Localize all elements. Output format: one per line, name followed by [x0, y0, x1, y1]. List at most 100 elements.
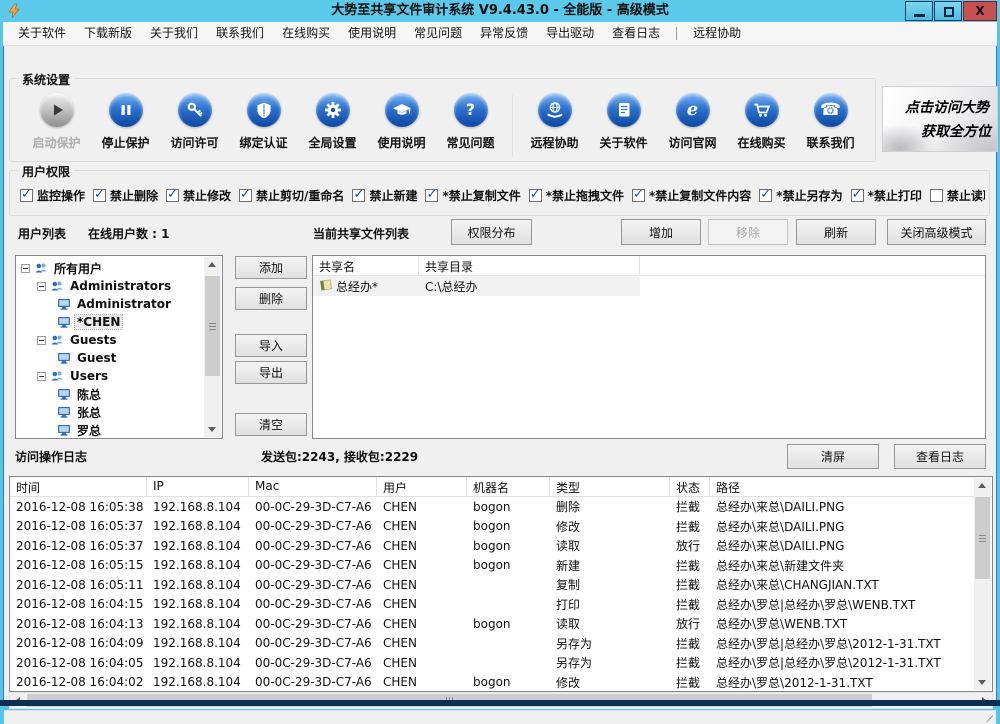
menu-item-buy-online[interactable]: 在线购买 — [273, 22, 339, 45]
close-button[interactable]: X — [963, 1, 997, 21]
share-remove-button[interactable]: 移除 — [708, 219, 788, 245]
menu-item-export-driver[interactable]: 导出驱动 — [537, 22, 603, 45]
tree-item-administrator[interactable]: Administrator — [17, 295, 204, 313]
checkbox-icon[interactable] — [352, 187, 366, 202]
log-row[interactable]: 2016-12-08 16:04:05 192.168.8.104 00-0C-… — [10, 653, 992, 673]
scrollbar-thumb[interactable] — [205, 276, 220, 376]
collapse-icon[interactable] — [37, 371, 46, 381]
tree-item-luozong[interactable]: 罗总 — [17, 421, 204, 437]
maximize-button[interactable] — [934, 1, 962, 21]
global-settings-button[interactable]: 全局设置 — [298, 93, 367, 151]
checkbox-monitor[interactable]: 监控操作 — [20, 187, 85, 204]
checkbox-no-copy-file[interactable]: *禁止复制文件 — [425, 187, 521, 204]
checkbox-icon[interactable] — [632, 187, 646, 202]
usage-help-button[interactable]: 使用说明 — [367, 93, 436, 151]
log-row[interactable]: 2016-12-08 16:05:37 192.168.8.104 00-0C-… — [10, 517, 992, 537]
tree-item-zhangzong[interactable]: 张总 — [17, 403, 204, 421]
tree-item-chenzong[interactable]: 陈总 — [17, 385, 204, 403]
checkbox-no-cut-rename[interactable]: 禁止剪切/重命名 — [239, 187, 344, 204]
stop-protection-button[interactable]: 停止保护 — [91, 93, 160, 151]
start-protection-button[interactable]: 启动保护 — [22, 93, 91, 151]
column-machine[interactable]: 机器名 — [467, 477, 550, 496]
bind-auth-button[interactable]: 绑定认证 — [229, 93, 298, 151]
scroll-up-icon[interactable] — [974, 478, 991, 495]
collapse-icon[interactable] — [37, 335, 46, 345]
menu-item-contact-us[interactable]: 联系我们 — [207, 22, 273, 45]
view-log-button[interactable]: 查看日志 — [894, 444, 986, 469]
scroll-down-icon[interactable] — [974, 673, 991, 690]
tree-item-administrators[interactable]: Administrators — [17, 277, 204, 295]
faq-button[interactable]: ? 常见问题 — [436, 93, 505, 151]
clear-screen-button[interactable]: 清屏 — [787, 444, 879, 469]
checkbox-no-drag-file[interactable]: *禁止拖拽文件 — [528, 187, 624, 204]
buy-online-button[interactable]: 在线购买 — [727, 93, 796, 151]
log-row[interactable]: 2016-12-08 16:05:37 192.168.8.104 00-0C-… — [10, 536, 992, 556]
log-row[interactable]: 2016-12-08 16:05:11 192.168.8.104 00-0C-… — [10, 575, 992, 595]
column-type[interactable]: 类型 — [550, 477, 670, 496]
menu-item-about-us[interactable]: 关于我们 — [141, 22, 207, 45]
checkbox-icon[interactable] — [166, 187, 180, 202]
checkbox-icon[interactable] — [759, 187, 773, 202]
tree-scrollbar[interactable] — [204, 257, 221, 437]
promo-banner[interactable]: 点击访问大势 获取全方位 — [882, 86, 998, 152]
access-permit-button[interactable]: 访问许可 — [160, 93, 229, 151]
column-share-name[interactable]: 共享名 — [313, 256, 419, 275]
contact-us-button[interactable]: ☎ 联系我们 — [796, 93, 865, 151]
checkbox-icon[interactable] — [425, 187, 439, 202]
log-row[interactable]: 2016-12-08 16:05:38 192.168.8.104 00-0C-… — [10, 497, 992, 517]
log-row[interactable]: 2016-12-08 16:04:02 192.168.8.104 00-0C-… — [10, 673, 992, 693]
checkbox-no-print[interactable]: *禁止打印 — [850, 187, 922, 204]
menu-item-about-software[interactable]: 关于软件 — [9, 22, 75, 45]
minimize-button[interactable] — [905, 1, 933, 21]
scroll-down-icon[interactable] — [204, 420, 221, 437]
checkbox-no-delete[interactable]: 禁止删除 — [93, 187, 158, 204]
checkbox-no-read[interactable]: 禁止读取 — [929, 187, 985, 204]
checkbox-icon[interactable] — [239, 187, 253, 202]
checkbox-icon[interactable] — [528, 187, 542, 202]
tree-item-all-users[interactable]: 所有用户 — [17, 259, 204, 277]
column-ip[interactable]: IP — [147, 477, 249, 496]
menu-item-faq[interactable]: 常见问题 — [405, 22, 471, 45]
user-import-button[interactable]: 导入 — [235, 334, 307, 357]
log-row[interactable]: 2016-12-08 16:04:15 192.168.8.104 00-0C-… — [10, 595, 992, 615]
log-row[interactable]: 2016-12-08 16:04:09 192.168.8.104 00-0C-… — [10, 634, 992, 654]
checkbox-icon[interactable] — [929, 189, 943, 202]
tree-item-chen[interactable]: *CHEN — [17, 313, 204, 331]
checkbox-no-save-as[interactable]: *禁止另存为 — [759, 187, 843, 204]
checkbox-icon[interactable] — [850, 187, 864, 202]
close-advanced-mode-button[interactable]: 关闭高级模式 — [887, 219, 986, 245]
user-export-button[interactable]: 导出 — [235, 361, 307, 384]
column-mac[interactable]: Mac — [249, 477, 377, 496]
log-row[interactable]: 2016-12-08 16:05:15 192.168.8.104 00-0C-… — [10, 556, 992, 576]
menu-item-feedback[interactable]: 异常反馈 — [471, 22, 537, 45]
checkbox-no-copy-content[interactable]: *禁止复制文件内容 — [632, 187, 751, 204]
menu-item-remote-assist[interactable]: 远程协助 — [684, 22, 750, 45]
remote-assist-button[interactable]: 远程协助 — [520, 93, 589, 151]
checkbox-no-create[interactable]: 禁止新建 — [352, 187, 417, 204]
resize-grip-icon[interactable] — [981, 710, 993, 722]
menu-item-view-log[interactable]: 查看日志 — [603, 22, 669, 45]
checkbox-no-modify[interactable]: 禁止修改 — [166, 187, 231, 204]
log-row[interactable]: 2016-12-08 16:04:13 192.168.8.104 00-0C-… — [10, 614, 992, 634]
log-scrollbar[interactable] — [974, 478, 991, 690]
checkbox-icon[interactable] — [93, 187, 107, 202]
visit-website-button[interactable]: e 访问官网 — [658, 93, 727, 151]
user-clear-button[interactable]: 清空 — [235, 413, 307, 436]
scroll-up-icon[interactable] — [204, 257, 221, 274]
collapse-icon[interactable] — [37, 281, 46, 291]
tree-item-users-group[interactable]: Users — [17, 367, 204, 385]
tree-item-guest[interactable]: Guest — [17, 349, 204, 367]
menu-item-manual[interactable]: 使用说明 — [339, 22, 405, 45]
column-share-dir[interactable]: 共享目录 — [419, 256, 640, 275]
scrollbar-thumb[interactable] — [975, 497, 990, 579]
column-status[interactable]: 状态 — [670, 477, 710, 496]
tree-item-guests[interactable]: Guests — [17, 331, 204, 349]
checkbox-icon[interactable] — [20, 187, 33, 202]
column-user[interactable]: 用户 — [377, 477, 467, 496]
menu-item-download-new[interactable]: 下载新版 — [75, 22, 141, 45]
collapse-icon[interactable] — [21, 263, 30, 273]
permission-distribution-button[interactable]: 权限分布 — [451, 219, 532, 245]
column-time[interactable]: 时间 — [10, 477, 147, 496]
about-software-button[interactable]: 关于软件 — [589, 93, 658, 151]
share-row[interactable]: 总经办* C:\总经办 — [313, 276, 640, 296]
